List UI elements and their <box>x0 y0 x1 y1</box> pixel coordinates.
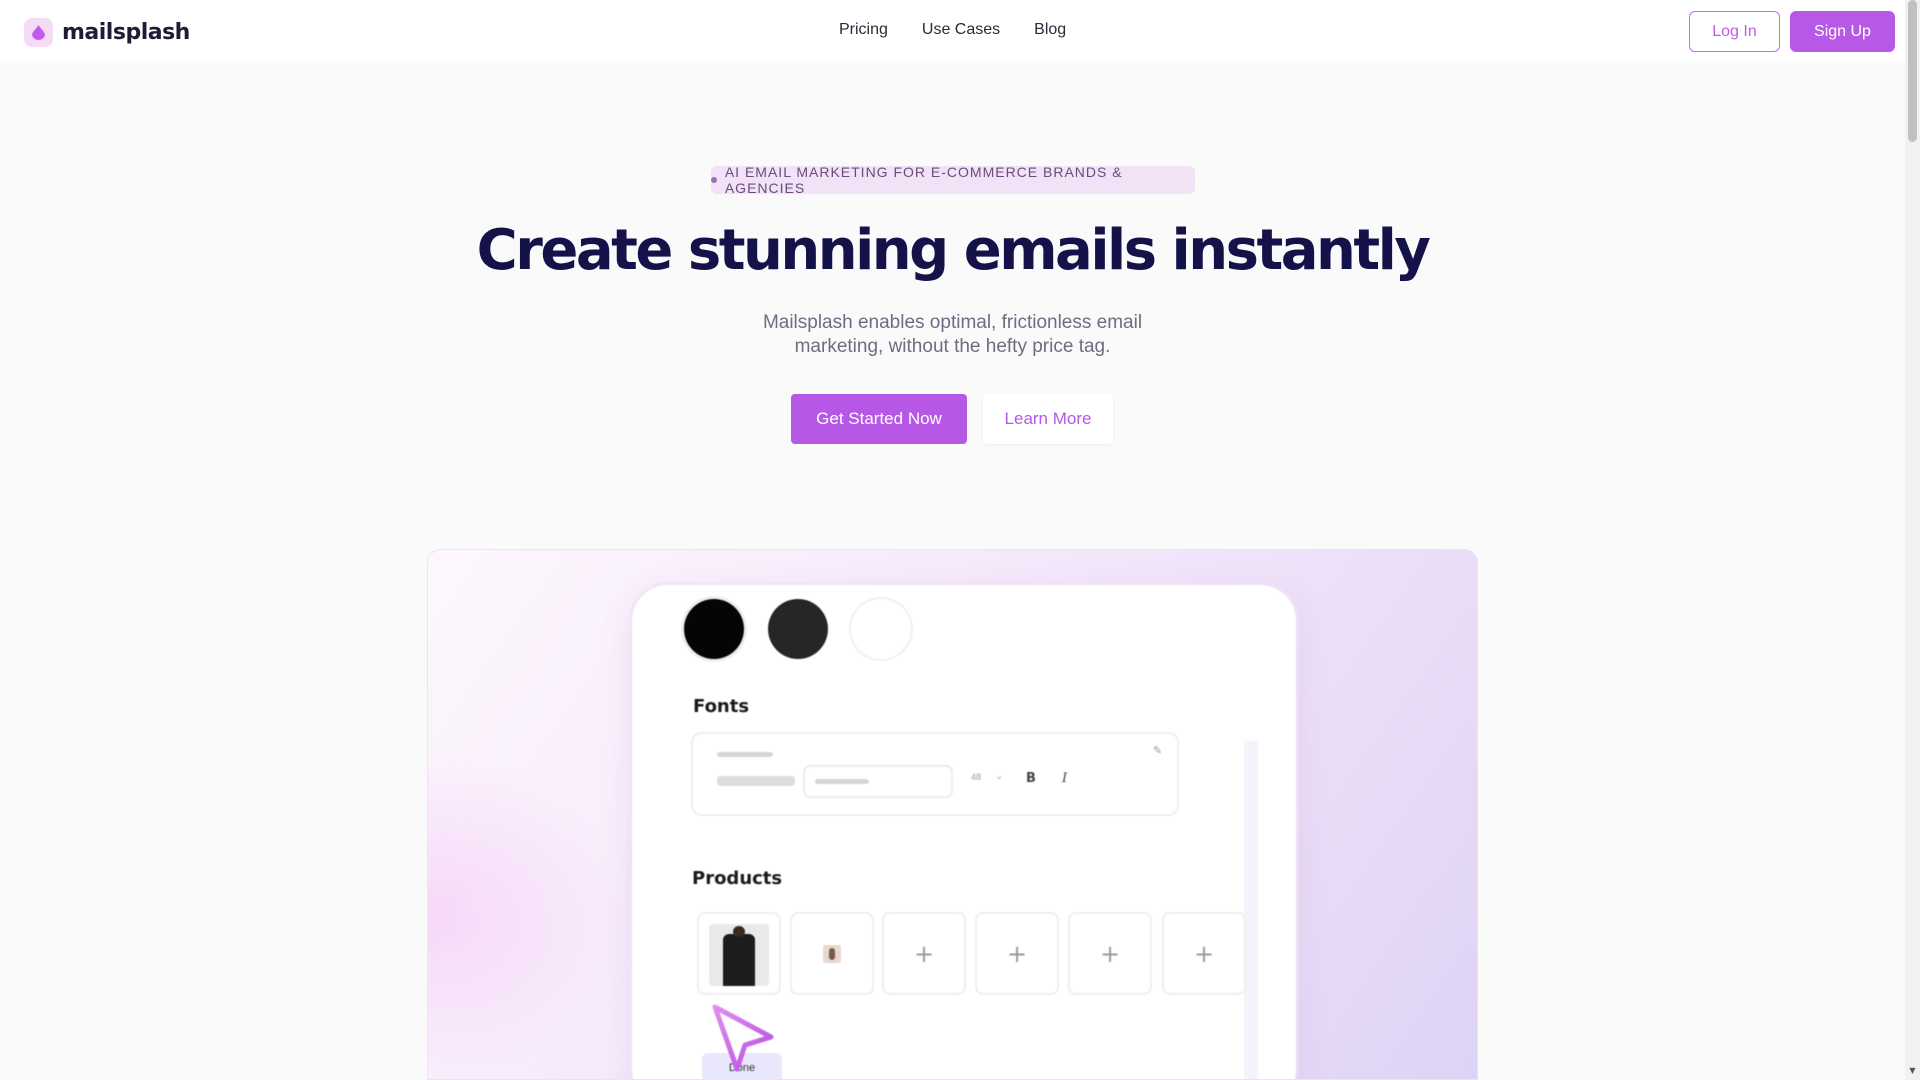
dot-icon <box>711 177 717 183</box>
add-product-slot: + <box>1164 914 1244 993</box>
brand-logo[interactable]: mailsplash <box>24 18 190 47</box>
editor-showcase: Fonts 48 ⌄ B I ✎ Products + + + + Done <box>427 549 1478 1080</box>
background-glow <box>428 750 628 1079</box>
hero-subtitle: Mailsplash enables optimal, frictionless… <box>762 312 1143 357</box>
placeholder-bar <box>717 776 795 786</box>
color-swatch-dark-gray <box>768 599 828 659</box>
nav-link-use-cases[interactable]: Use Cases <box>922 21 1000 39</box>
brand-name: mailsplash <box>62 20 190 45</box>
color-swatch-white <box>851 599 911 659</box>
page-scrollbar[interactable] <box>1905 0 1920 1080</box>
font-size-value: 48 <box>971 772 982 782</box>
fonts-label: Fonts <box>693 696 750 717</box>
products-label: Products <box>692 868 783 889</box>
scroll-down-arrow-icon[interactable]: ▼ <box>1908 1066 1917 1076</box>
shirt-photo <box>709 924 769 986</box>
preview-scrollbar <box>1244 741 1258 1079</box>
add-product-slot: + <box>1070 914 1150 993</box>
placeholder-bar <box>717 752 773 757</box>
nav-link-pricing[interactable]: Pricing <box>839 21 888 39</box>
add-product-slot: + <box>977 914 1057 993</box>
nav-link-blog[interactable]: Blog <box>1034 21 1066 39</box>
italic-icon: I <box>1062 771 1068 786</box>
hero-title: Create stunning emails instantly <box>476 218 1431 283</box>
plus-icon: + <box>1099 939 1121 968</box>
color-swatch-black <box>684 599 744 659</box>
learn-more-button[interactable]: Learn More <box>983 394 1113 444</box>
login-button[interactable]: Log In <box>1689 11 1780 52</box>
hero-badge: AI EMAIL MARKETING FOR E-COMMERCE BRANDS… <box>711 164 1195 196</box>
droplet-icon <box>24 18 53 47</box>
plus-icon: + <box>1193 939 1215 968</box>
pencil-icon: ✎ <box>1153 744 1163 757</box>
product-slot-shirt <box>699 914 779 993</box>
bold-icon: B <box>1026 771 1036 786</box>
chevron-down-icon: ⌄ <box>995 771 1004 782</box>
get-started-button[interactable]: Get Started Now <box>791 394 967 444</box>
editor-preview-card: Fonts 48 ⌄ B I ✎ Products + + + + Done <box>632 585 1296 1079</box>
top-navbar: mailsplash Pricing Use Cases Blog Log In… <box>0 0 1905 63</box>
scrollbar-thumb[interactable] <box>1908 0 1917 142</box>
plus-icon: + <box>1006 939 1028 968</box>
add-product-slot: + <box>884 914 964 993</box>
product-photo <box>823 944 841 963</box>
font-settings-panel: 48 ⌄ B I ✎ <box>693 734 1177 814</box>
plus-icon: + <box>913 939 935 968</box>
font-family-input <box>805 767 951 796</box>
product-slot-photo <box>792 914 872 993</box>
hero-badge-text: AI EMAIL MARKETING FOR E-COMMERCE BRANDS… <box>724 164 1123 196</box>
signup-button[interactable]: Sign Up <box>1790 11 1895 52</box>
cursor-pointer-icon <box>712 1004 774 1072</box>
nav-links: Pricing Use Cases Blog <box>839 21 1066 39</box>
